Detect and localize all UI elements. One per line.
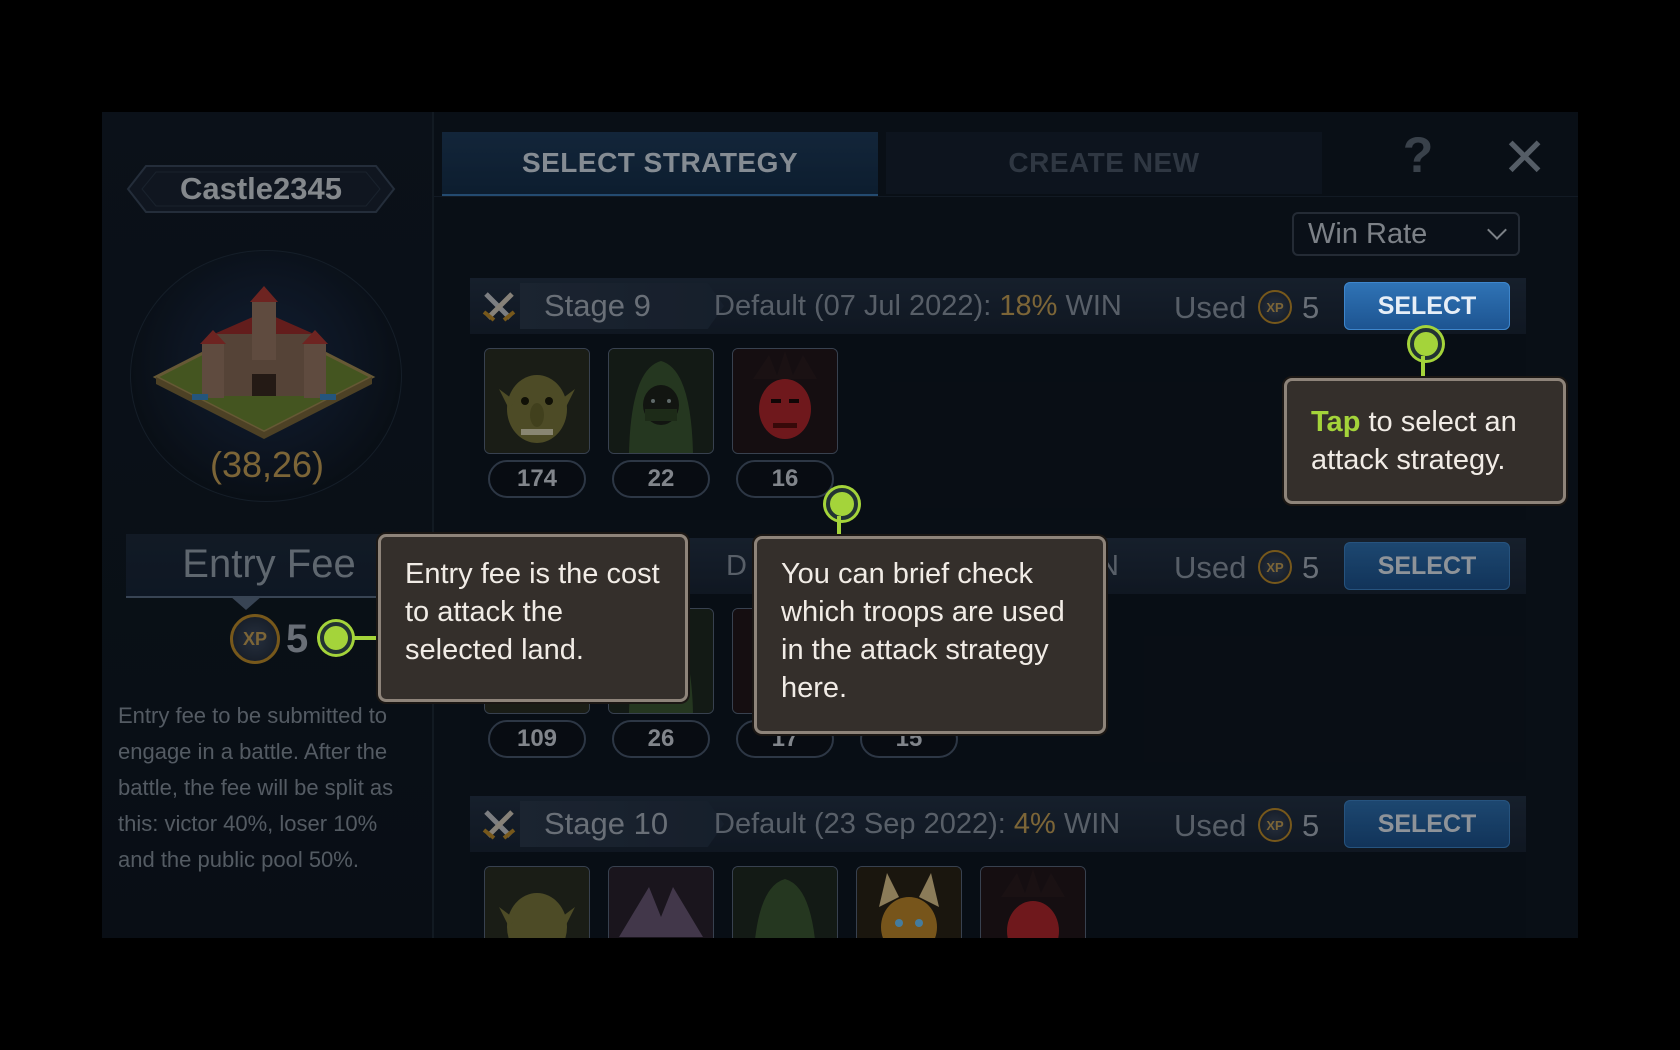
tooltip-pin-line bbox=[837, 516, 841, 536]
tooltip-pin-troops bbox=[826, 488, 858, 520]
tooltip-select-strategy: Tap to select an attack strategy. bbox=[1284, 378, 1566, 504]
tooltip-troops: You can brief check which troops are use… bbox=[754, 536, 1106, 734]
tooltip-pin-select bbox=[1410, 328, 1442, 360]
tooltip-entry-fee: Entry fee is the cost to attack the sele… bbox=[378, 534, 688, 702]
tooltip-pin-line bbox=[354, 636, 378, 640]
tooltip-highlight: Tap bbox=[1311, 406, 1361, 438]
select-button-highlighted[interactable]: SELECT bbox=[1344, 282, 1510, 330]
tooltip-pin-line bbox=[1421, 356, 1425, 378]
tooltip-pin-entry-fee bbox=[320, 622, 352, 654]
